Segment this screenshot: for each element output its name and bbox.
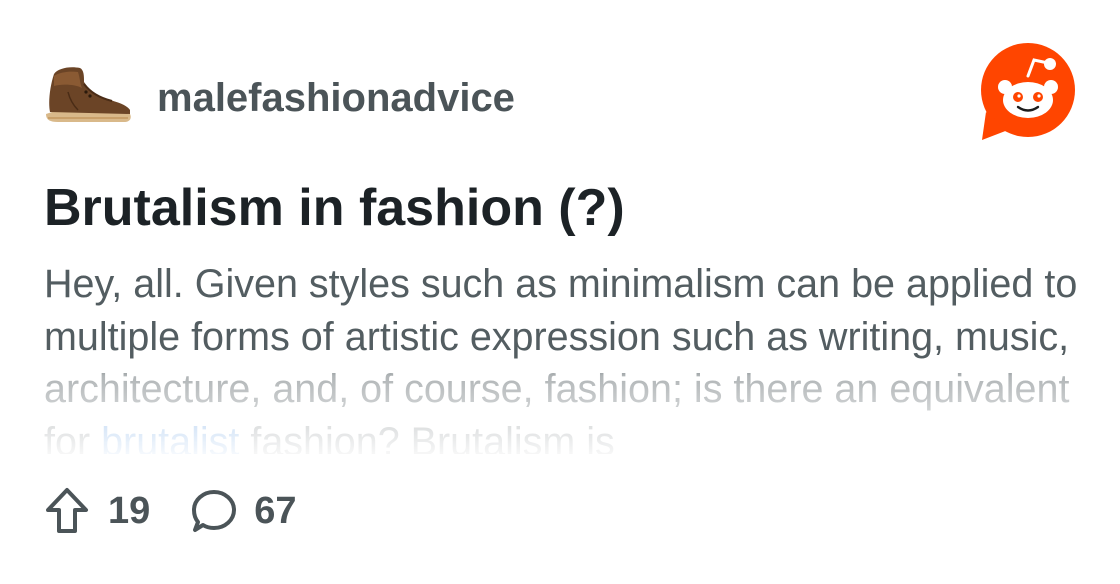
comment-bubble-icon[interactable] [190,487,238,535]
desert-boot-icon[interactable] [44,62,132,134]
post-header: malefashionadvice [44,56,515,140]
upvote-button[interactable]: 19 [44,487,150,535]
reddit-snoo-logo[interactable] [978,42,1078,142]
post-body[interactable]: Hey, all. Given styles such as minimalis… [44,258,1084,454]
post-title[interactable]: Brutalism in fashion (?) [44,178,625,238]
post-body-link[interactable]: brutalist [101,420,239,455]
comment-count: 67 [254,489,297,532]
upvote-count: 19 [108,489,151,532]
subreddit-name[interactable]: malefashionadvice [157,76,515,121]
post-stats: 19 67 [44,484,297,538]
post-body-segment: fashion? Brutalism is [239,419,615,455]
post-body-text: Hey, all. Given styles such as minimalis… [44,258,1084,454]
upvote-arrow-icon[interactable] [44,487,90,535]
comments-button[interactable]: 67 [190,487,297,535]
